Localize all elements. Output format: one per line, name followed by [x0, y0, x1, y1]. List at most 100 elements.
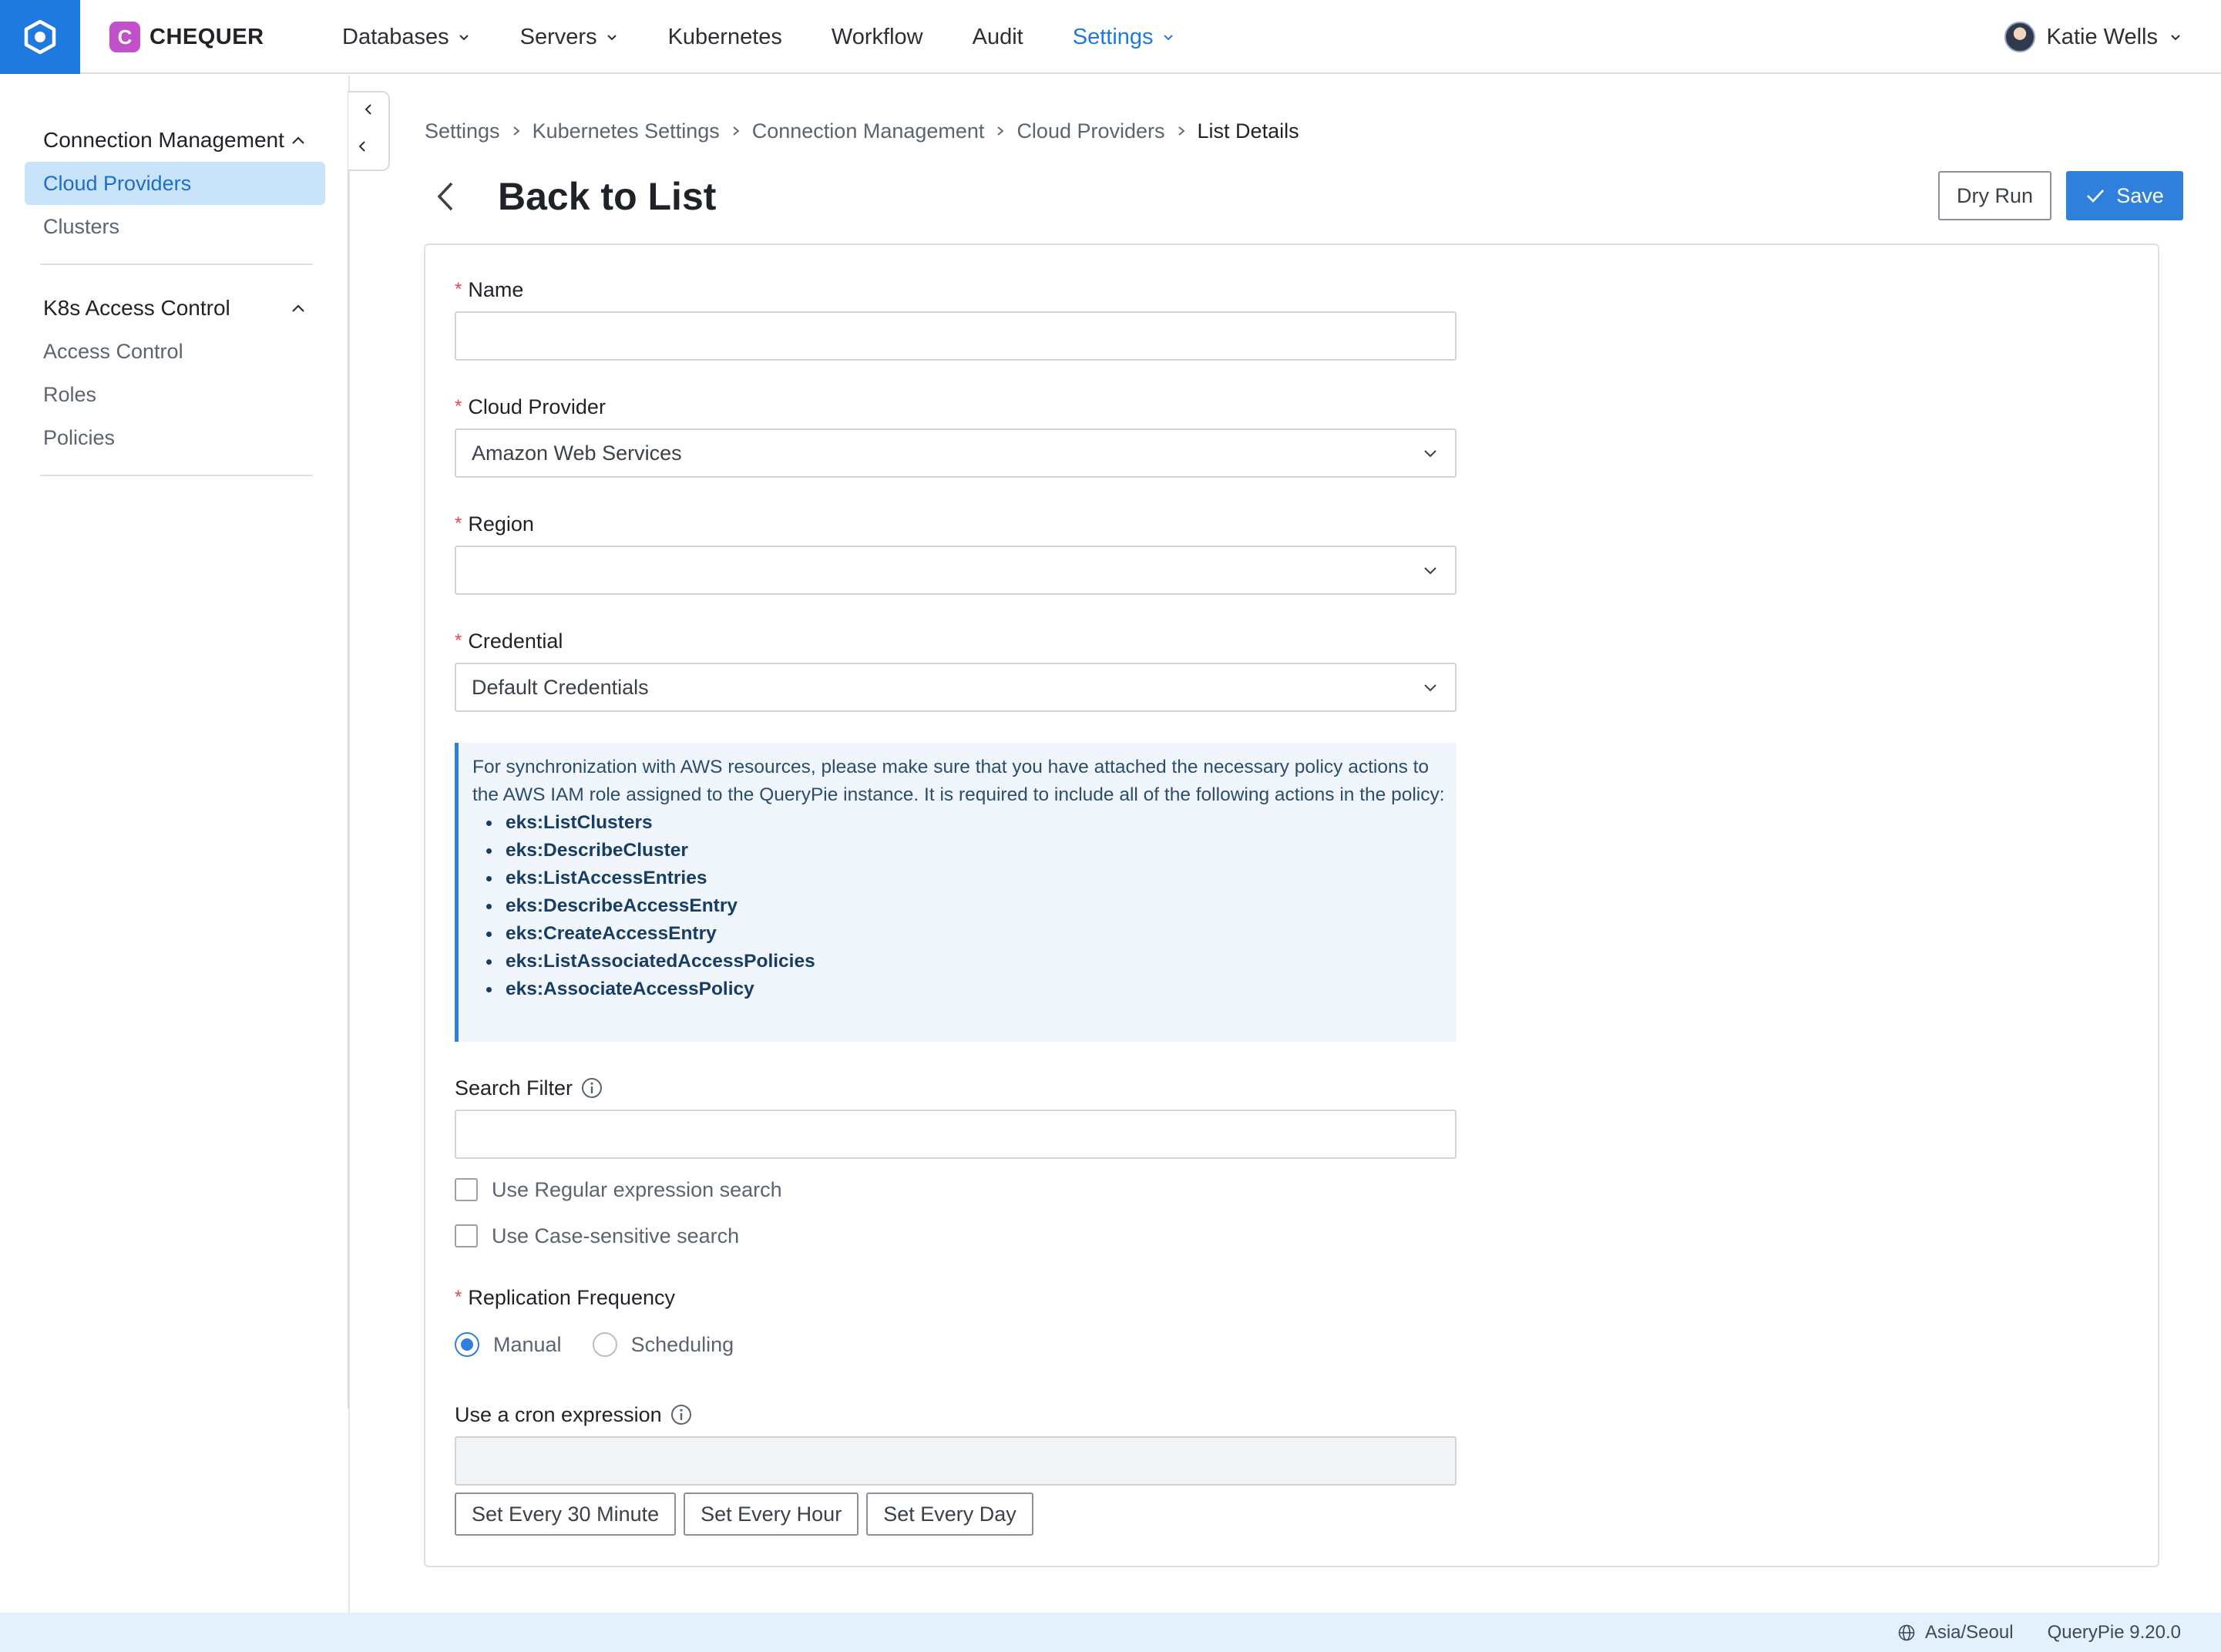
- chevron-left-icon: [358, 141, 365, 152]
- cron-preset-buttons: Set Every 30 Minute Set Every Hour Set E…: [455, 1493, 1033, 1536]
- breadcrumb-item[interactable]: Settings: [425, 119, 500, 143]
- save-button[interactable]: Save: [2066, 171, 2183, 220]
- sidebar-item-clusters[interactable]: Clusters: [25, 205, 325, 248]
- cloud-provider-label-text: Cloud Provider: [468, 395, 606, 418]
- sidebar-section-header[interactable]: Connection Management: [25, 119, 325, 162]
- app-logo[interactable]: [0, 0, 80, 74]
- scheduling-radio-label[interactable]: Scheduling: [631, 1333, 734, 1357]
- brand[interactable]: C CHEQUER: [109, 22, 264, 52]
- case-sensitive-checkbox[interactable]: [455, 1224, 478, 1247]
- nav-servers[interactable]: Servers: [520, 0, 619, 74]
- case-sensitive-option[interactable]: Use Case-sensitive search: [455, 1222, 739, 1250]
- check-icon: [2087, 190, 2105, 203]
- chevron-left-icon: [365, 104, 371, 115]
- chevron-up-icon: [292, 136, 304, 144]
- required-marker: *: [455, 630, 462, 651]
- breadcrumb-item[interactable]: Cloud Providers: [1016, 119, 1164, 143]
- nav-audit[interactable]: Audit: [973, 0, 1023, 74]
- cron-expression-input[interactable]: [455, 1436, 1457, 1486]
- user-menu[interactable]: Katie Wells: [2004, 0, 2182, 74]
- required-actions-list: eks:ListClusters eks:DescribeCluster eks…: [472, 809, 1450, 1003]
- nav-label: Kubernetes: [667, 24, 782, 49]
- page-header: Back to List: [432, 170, 716, 223]
- nav-kubernetes[interactable]: Kubernetes: [668, 0, 782, 74]
- chevron-down-icon: [2171, 35, 2180, 41]
- regex-search-label: Use Regular expression search: [492, 1177, 782, 1201]
- brand-mark-icon: C: [109, 22, 140, 52]
- sidebar-item-access-control[interactable]: Access Control: [25, 330, 325, 373]
- set-every-hour-button[interactable]: Set Every Hour: [684, 1493, 859, 1536]
- sidebar-resize-line: [348, 91, 349, 1409]
- regex-search-checkbox[interactable]: [455, 1178, 478, 1201]
- querypie-logo-icon: [24, 19, 56, 55]
- aws-policy-notice: For synchronization with AWS resources, …: [455, 743, 1457, 1042]
- required-marker: *: [455, 396, 462, 417]
- breadcrumb-item[interactable]: Kubernetes Settings: [533, 119, 720, 143]
- breadcrumb-item[interactable]: Connection Management: [752, 119, 985, 143]
- credential-select[interactable]: Default Credentials: [455, 663, 1457, 712]
- sidebar-item-cloud-providers[interactable]: Cloud Providers: [25, 162, 325, 205]
- case-sensitive-label: Use Case-sensitive search: [492, 1224, 740, 1247]
- region-label-text: Region: [468, 512, 534, 536]
- nav-label: Audit: [972, 24, 1023, 49]
- sidebar-collapse-button[interactable]: [348, 91, 390, 171]
- replication-frequency-label-text: Replication Frequency: [468, 1285, 675, 1309]
- manual-radio-label[interactable]: Manual: [493, 1333, 562, 1357]
- cloud-provider-label: * Cloud Provider: [455, 393, 606, 421]
- regex-search-option[interactable]: Use Regular expression search: [455, 1176, 782, 1204]
- info-icon[interactable]: [670, 1403, 693, 1426]
- set-every-day-button[interactable]: Set Every Day: [866, 1493, 1033, 1536]
- list-item: eks:ListAssociatedAccessPolicies: [486, 948, 1450, 975]
- nav-databases[interactable]: Databases: [342, 0, 471, 74]
- list-item: eks:DescribeAccessEntry: [486, 892, 1450, 920]
- timezone-indicator[interactable]: Asia/Seoul: [1897, 1622, 2014, 1644]
- cron-expression-label-text: Use a cron expression: [455, 1402, 662, 1426]
- info-icon[interactable]: [580, 1076, 603, 1100]
- sidebar-divider: [40, 475, 313, 476]
- nav-label: Workflow: [831, 24, 923, 49]
- breadcrumb: Settings Kubernetes Settings Connection …: [425, 116, 1299, 146]
- chevron-right-icon: [733, 126, 740, 136]
- sidebar-item-roles[interactable]: Roles: [25, 373, 325, 416]
- chevron-down-icon: [1163, 35, 1173, 41]
- search-filter-label: Search Filter: [455, 1074, 603, 1102]
- chevron-right-icon: [997, 126, 1004, 136]
- region-select[interactable]: [455, 546, 1457, 595]
- list-item: eks:CreateAccessEntry: [486, 920, 1450, 948]
- name-label: * Name: [455, 276, 523, 304]
- replication-frequency-options: Manual Scheduling: [455, 1331, 764, 1358]
- cloud-provider-select[interactable]: Amazon Web Services: [455, 428, 1457, 478]
- sidebar-item-policies[interactable]: Policies: [25, 416, 325, 459]
- scheduling-radio[interactable]: [592, 1332, 617, 1357]
- chevron-right-icon: [1178, 126, 1184, 136]
- sidebar-section-title: Connection Management: [43, 128, 284, 152]
- page-title[interactable]: Back to List: [498, 174, 716, 219]
- name-label-text: Name: [468, 277, 524, 301]
- dry-run-button[interactable]: Dry Run: [1938, 171, 2051, 220]
- set-every-30-minute-button[interactable]: Set Every 30 Minute: [455, 1493, 677, 1536]
- nav-label: Databases: [342, 24, 449, 49]
- required-marker: *: [455, 1287, 462, 1308]
- sidebar-section-title: K8s Access Control: [43, 296, 230, 320]
- manual-radio[interactable]: [455, 1332, 479, 1357]
- search-filter-input[interactable]: [455, 1110, 1457, 1159]
- chevron-down-icon: [459, 35, 469, 41]
- avatar: [2004, 22, 2036, 52]
- nav-workflow[interactable]: Workflow: [832, 0, 923, 74]
- chevron-down-icon: [606, 35, 617, 41]
- back-arrow-icon[interactable]: [432, 177, 462, 216]
- search-filter-label-text: Search Filter: [455, 1076, 573, 1100]
- sidebar-section-connection-management: Connection Management Cloud Providers Cl…: [25, 119, 325, 280]
- chevron-up-icon: [292, 304, 304, 312]
- nav-label: Settings: [1072, 24, 1154, 49]
- status-footer: Asia/Seoul QueryPie 9.20.0: [0, 1613, 2221, 1652]
- chevron-down-icon: [1424, 567, 1436, 575]
- timezone-label: Asia/Seoul: [1924, 1621, 2014, 1643]
- chevron-down-icon: [1424, 684, 1436, 692]
- nav-settings[interactable]: Settings: [1073, 0, 1175, 74]
- list-item: eks:ListAccessEntries: [486, 865, 1450, 892]
- name-input[interactable]: [455, 311, 1457, 361]
- sidebar-section-header[interactable]: K8s Access Control: [25, 287, 325, 330]
- credential-value: Default Credentials: [472, 675, 649, 699]
- chevron-down-icon: [1424, 450, 1436, 458]
